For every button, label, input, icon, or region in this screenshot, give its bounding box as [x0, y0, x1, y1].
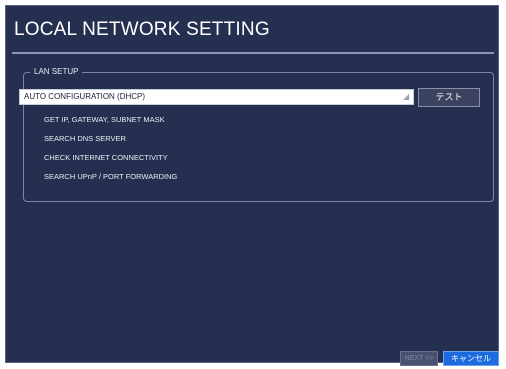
- step-item: CHECK INTERNET CONNECTIVITY: [44, 153, 168, 162]
- lan-mode-select[interactable]: AUTO CONFIGURATION (DHCP) ◢: [19, 89, 414, 105]
- network-setting-window: LOCAL NETWORK SETTING LAN SETUP AUTO CON…: [5, 5, 499, 366]
- title-divider: [12, 52, 494, 54]
- window-title: LOCAL NETWORK SETTING: [14, 19, 270, 40]
- configuration-steps-list: GET IP, GATEWAY, SUBNET MASK SEARCH DNS …: [44, 114, 177, 190]
- lan-setup-legend: LAN SETUP: [30, 66, 83, 78]
- lan-mode-selected-value: AUTO CONFIGURATION (DHCP): [24, 92, 146, 101]
- step-item: SEARCH UPnP / PORT FORWARDING: [44, 172, 178, 181]
- test-button[interactable]: テスト: [418, 88, 480, 107]
- step-item: SEARCH DNS SERVER: [44, 134, 126, 143]
- cancel-button[interactable]: キャンセル: [443, 351, 499, 366]
- resize-handle-icon: ◢: [403, 92, 410, 101]
- next-button[interactable]: NEXT >>: [400, 351, 438, 366]
- step-item: GET IP, GATEWAY, SUBNET MASK: [44, 115, 165, 124]
